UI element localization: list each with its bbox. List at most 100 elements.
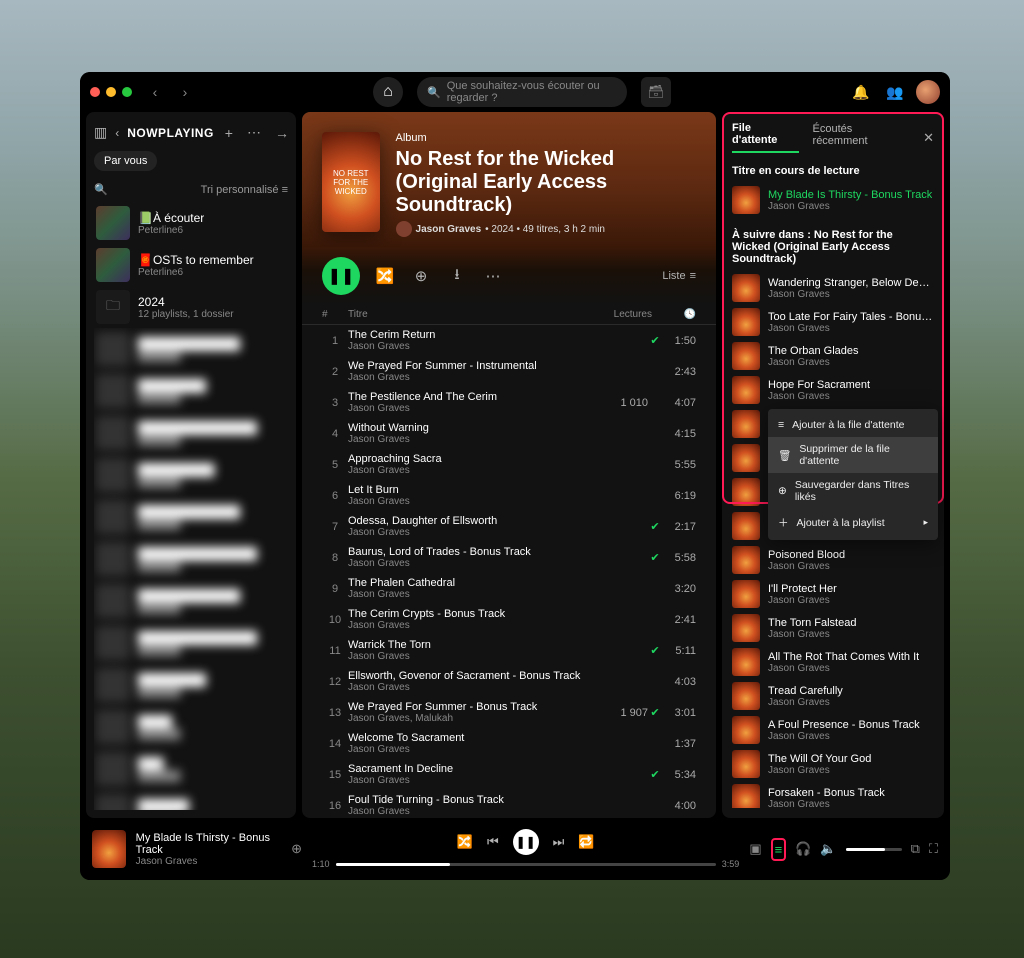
track-duration: 5:55 — [662, 459, 696, 471]
track-title: Foul Tide Turning - Bonus Track — [348, 794, 588, 806]
queue-item[interactable]: Hope For Sacrament Jason Graves — [732, 373, 934, 407]
ctx-save-liked[interactable]: ⊕Sauvegarder dans Titres likés — [768, 473, 938, 509]
sidebar-item[interactable]: 🧧OSTs to remember Peterline6 — [94, 244, 288, 286]
album-hero: NO REST FOR THE WICKED Album No Rest for… — [302, 112, 716, 247]
col-plays: Lectures — [592, 309, 652, 320]
track-row[interactable]: 4 Without Warning Jason Graves 4:15 — [322, 418, 696, 449]
track-number: 16 — [322, 800, 348, 812]
track-row[interactable]: 10 The Cerim Crypts - Bonus Track Jason … — [322, 604, 696, 635]
track-row[interactable]: 5 Approaching Sacra Jason Graves 5:55 — [322, 449, 696, 480]
sort-button[interactable]: Tri personnalisé ≡ — [201, 184, 288, 196]
play-pause-button[interactable]: ❚❚ — [513, 829, 539, 855]
queue-item[interactable]: Too Late For Fairy Tales - Bonus Track J… — [732, 305, 934, 339]
album-cover[interactable]: NO REST FOR THE WICKED — [322, 132, 380, 232]
queue-item[interactable]: A Foul Presence - Bonus Track Jason Grav… — [732, 713, 934, 747]
track-row[interactable]: 9 The Phalen Cathedral Jason Graves 3:20 — [322, 573, 696, 604]
notifications-icon[interactable]: 🔔 — [848, 79, 874, 105]
track-duration: 6:19 — [662, 490, 696, 502]
friends-icon[interactable]: 👥 — [882, 79, 908, 105]
download-button[interactable]: ⭳ — [446, 264, 468, 289]
track-duration: 4:15 — [662, 428, 696, 440]
close-window-icon[interactable] — [90, 87, 100, 97]
track-row[interactable]: 13 We Prayed For Summer - Bonus Track Ja… — [322, 697, 696, 728]
ctx-remove-queue[interactable]: 🗑Supprimer de la file d'attente — [768, 437, 938, 473]
tab-recent[interactable]: Écoutés récemment — [813, 123, 910, 152]
context-menu[interactable]: ≡Ajouter à la file d'attente 🗑Supprimer … — [768, 409, 938, 540]
tab-queue[interactable]: File d'attente — [732, 122, 799, 153]
folder-item[interactable]: 🗀 2024 12 playlists, 1 dossier — [94, 286, 288, 328]
queue-track-title: Forsaken - Bonus Track — [768, 787, 885, 799]
topbar: ‹ › ⌂ 🔍 Que souhaitez-vous écouter ou re… — [80, 72, 950, 112]
artist-avatar[interactable] — [396, 221, 412, 237]
track-number: 11 — [322, 645, 348, 657]
next-button[interactable]: ⏭ — [553, 834, 565, 850]
browse-button[interactable]: 🗃 — [641, 77, 671, 107]
track-row[interactable]: 12 Ellsworth, Govenor of Sacrament - Bon… — [322, 666, 696, 697]
library-icon[interactable]: ▥ — [94, 124, 107, 141]
close-queue-button[interactable]: ✕ — [923, 130, 934, 146]
connect-device-icon[interactable]: 🎧 — [795, 841, 811, 857]
volume-icon[interactable]: 🔈 — [820, 841, 836, 857]
repeat-button[interactable]: 🔁 — [578, 834, 594, 850]
queue-now-playing[interactable]: My Blade Is Thirsty - Bonus Track Jason … — [732, 183, 934, 217]
player-now-playing[interactable]: My Blade Is Thirsty - Bonus Track Jason … — [92, 830, 302, 868]
queue-item[interactable]: The Orban Glades Jason Graves — [732, 339, 934, 373]
home-button[interactable]: ⌂ — [373, 77, 403, 107]
queue-item[interactable]: Wandering Stranger, Below Deck -… Jason … — [732, 271, 934, 305]
shuffle-button[interactable]: 🔀 — [457, 834, 473, 850]
artist-link[interactable]: Jason Graves — [416, 224, 482, 235]
track-row[interactable]: 2 We Prayed For Summer - Instrumental Ja… — [322, 356, 696, 387]
play-button[interactable]: ❚❚ — [322, 257, 360, 295]
track-title: The Cerim Crypts - Bonus Track — [348, 608, 588, 620]
nav-forward-button[interactable]: › — [174, 81, 196, 103]
search-input[interactable]: 🔍 Que souhaitez-vous écouter ou regarder… — [417, 77, 627, 107]
queue-item[interactable]: The Torn Falstead Jason Graves — [732, 611, 934, 645]
track-row[interactable]: 7 Odessa, Daughter of Ellsworth Jason Gr… — [322, 511, 696, 542]
miniplayer-icon[interactable]: ⧉ — [911, 841, 920, 857]
progress-bar[interactable]: 1:10 3:59 — [312, 859, 739, 869]
ctx-add-queue[interactable]: ≡Ajouter à la file d'attente — [768, 413, 938, 437]
back-icon[interactable]: ‹ — [115, 126, 119, 140]
add-to-library-button[interactable]: ⊕ — [410, 267, 432, 285]
queue-item[interactable]: Forsaken - Bonus Track Jason Graves — [732, 781, 934, 808]
search-icon: 🔍 — [427, 86, 441, 99]
minimize-window-icon[interactable] — [106, 87, 116, 97]
maximize-window-icon[interactable] — [122, 87, 132, 97]
track-row[interactable]: 6 Let It Burn Jason Graves 6:19 — [322, 480, 696, 511]
track-row[interactable]: 1 The Cerim Return Jason Graves ✔ 1:50 — [322, 325, 696, 356]
more-icon[interactable]: ⋯ — [244, 124, 264, 141]
user-avatar[interactable] — [916, 80, 940, 104]
add-button[interactable]: + — [222, 125, 236, 141]
track-row[interactable]: 8 Baurus, Lord of Trades - Bonus Track J… — [322, 542, 696, 573]
track-row[interactable]: 14 Welcome To Sacrament Jason Graves 1:3… — [322, 728, 696, 759]
queue-button[interactable]: ≡ — [771, 838, 787, 861]
track-row[interactable]: 11 Warrick The Torn Jason Graves ✔ 5:11 — [322, 635, 696, 666]
expand-icon[interactable]: → — [272, 125, 292, 141]
search-library-icon[interactable]: 🔍 — [94, 183, 108, 196]
add-liked-button[interactable]: ⊕ — [291, 841, 302, 857]
nav-back-button[interactable]: ‹ — [144, 81, 166, 103]
ctx-add-playlist[interactable]: ＋Ajouter à la playlist▸ — [768, 509, 938, 536]
track-row[interactable]: 16 Foul Tide Turning - Bonus Track Jason… — [322, 790, 696, 818]
total-time: 3:59 — [722, 859, 740, 869]
shuffle-button[interactable]: 🔀 — [374, 267, 396, 285]
volume-slider[interactable] — [846, 848, 902, 851]
queue-item[interactable]: I'll Protect Her Jason Graves — [732, 577, 934, 611]
fullscreen-icon[interactable]: ⛶ — [929, 841, 938, 857]
now-playing-view-icon[interactable]: ▣ — [749, 841, 761, 857]
window-controls[interactable] — [90, 87, 132, 97]
track-list[interactable]: 1 The Cerim Return Jason Graves ✔ 1:502 … — [302, 325, 716, 818]
more-options-button[interactable]: ⋯ — [482, 267, 504, 285]
track-row[interactable]: 15 Sacrament In Decline Jason Graves ✔ 5… — [322, 759, 696, 790]
queue-item[interactable]: The Will Of Your God Jason Graves — [732, 747, 934, 781]
track-row[interactable]: 3 The Pestilence And The Cerim Jason Gra… — [322, 387, 696, 418]
sidebar-item[interactable]: 📗À écouter Peterline6 — [94, 202, 288, 244]
playlist-subtitle: Peterline6 — [138, 225, 204, 236]
filter-chip[interactable]: Par vous — [94, 151, 157, 171]
prev-button[interactable]: ⏮ — [487, 834, 499, 850]
queue-item[interactable]: Poisoned Blood Jason Graves — [732, 543, 934, 577]
playlist-thumb — [96, 206, 130, 240]
queue-item[interactable]: Tread Carefully Jason Graves — [732, 679, 934, 713]
queue-item[interactable]: All The Rot That Comes With It Jason Gra… — [732, 645, 934, 679]
view-toggle[interactable]: Liste ≡ — [662, 270, 696, 282]
